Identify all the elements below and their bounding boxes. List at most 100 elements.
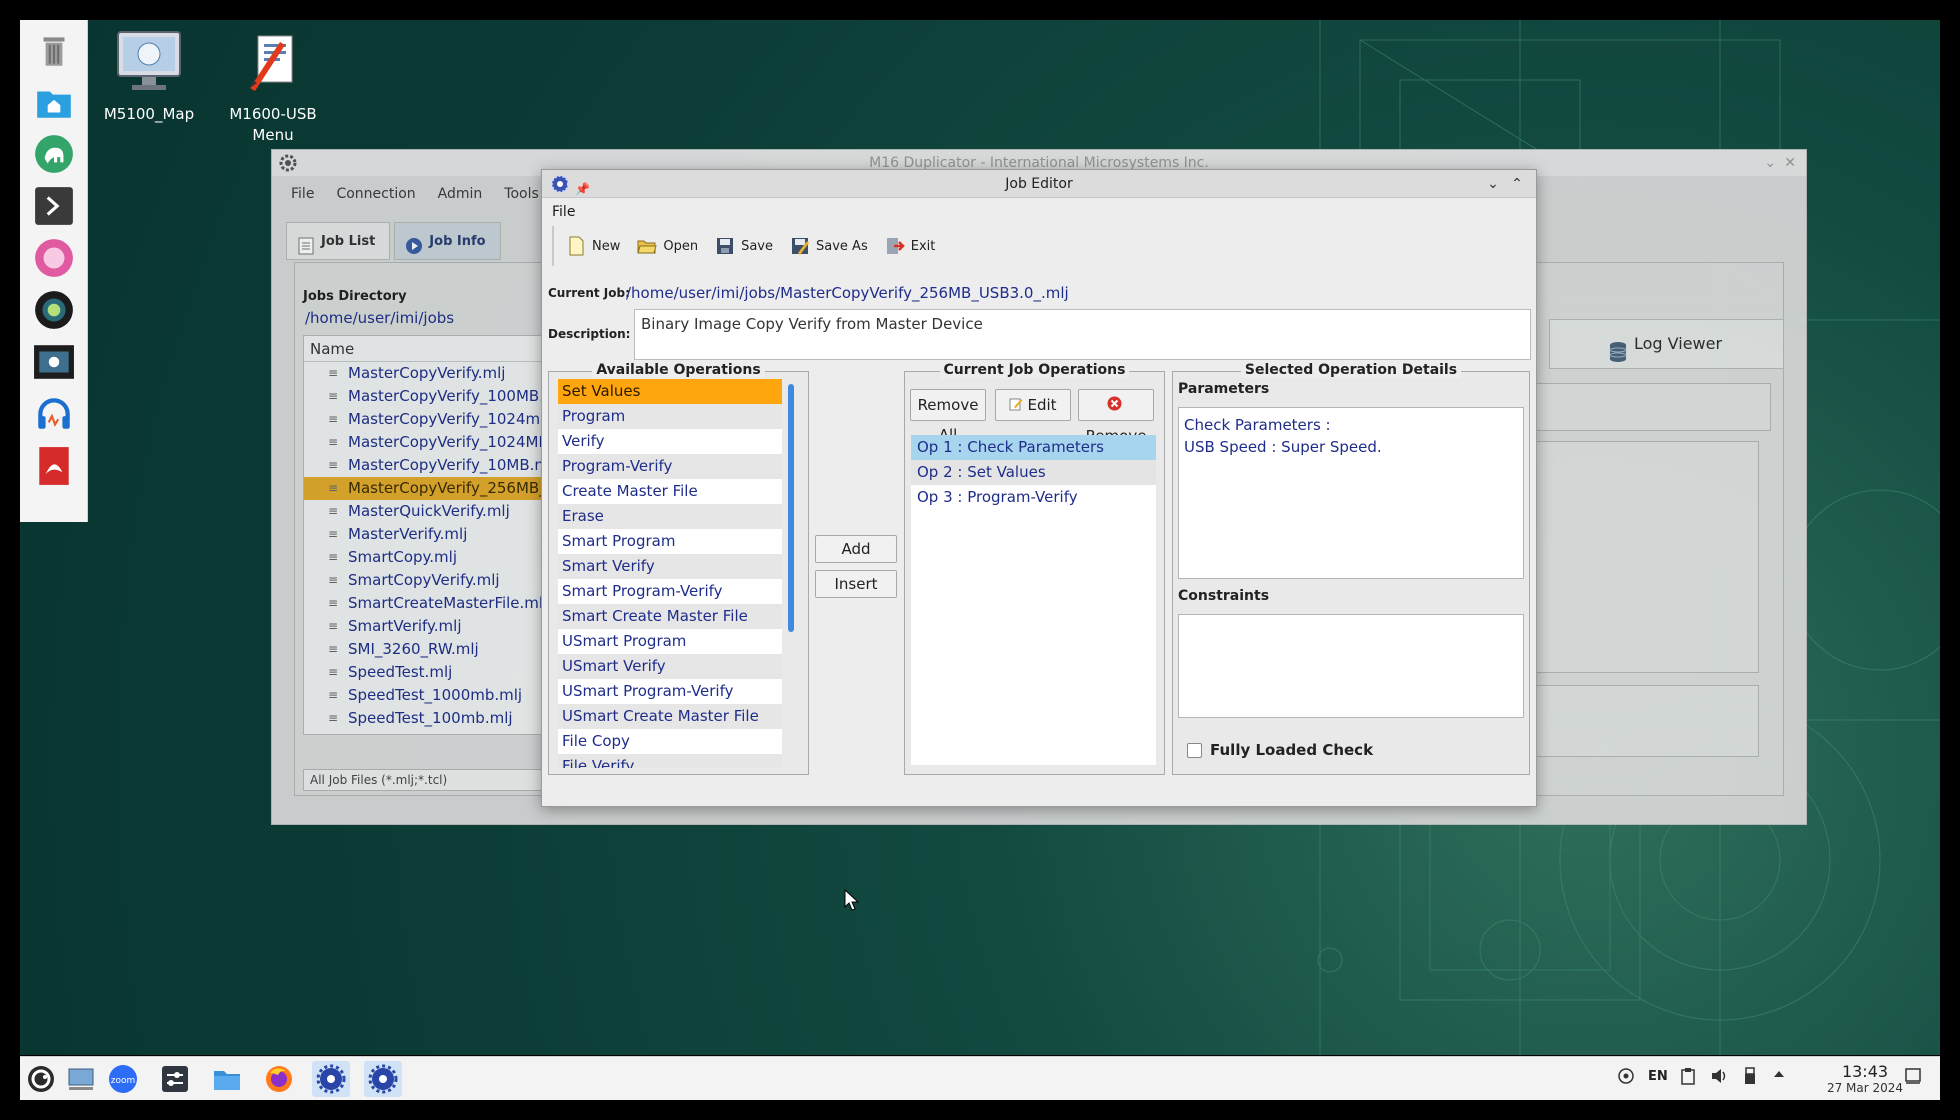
save-as-button[interactable]: Save As bbox=[790, 236, 868, 256]
keyboard-language[interactable]: EN bbox=[1648, 1069, 1668, 1084]
network-tray-icon[interactable] bbox=[1617, 1067, 1635, 1089]
insert-button[interactable]: Insert bbox=[815, 570, 897, 598]
available-operation-item[interactable]: Program-Verify bbox=[558, 454, 782, 479]
available-operation-item[interactable]: Create Master File bbox=[558, 479, 782, 504]
remove-all-button[interactable]: Remove All bbox=[910, 389, 986, 444]
terminal-icon[interactable] bbox=[32, 184, 76, 228]
screenshot-app-icon[interactable] bbox=[32, 340, 76, 384]
clock-date: 27 Mar 2024 bbox=[1826, 1081, 1904, 1095]
tab-label: Job List bbox=[321, 234, 376, 249]
available-operation-item[interactable]: File Copy bbox=[558, 729, 782, 754]
device-box bbox=[1535, 441, 1759, 673]
maximize-icon[interactable]: ⌃ bbox=[1506, 170, 1528, 198]
headphones-app-icon[interactable] bbox=[32, 392, 76, 436]
desktop-icon-m5100-map[interactable]: M5100_Map bbox=[89, 30, 209, 125]
minimize-icon[interactable]: ⌄ bbox=[1764, 150, 1776, 176]
zoom-app-icon[interactable]: zoom bbox=[104, 1061, 142, 1097]
tab-job-list[interactable]: Job List bbox=[286, 222, 391, 260]
new-button[interactable]: New bbox=[566, 236, 620, 256]
editor-title: Job Editor bbox=[1005, 176, 1073, 192]
save-as-label: Save As bbox=[816, 238, 868, 254]
job-operation-item[interactable]: Op 2 : Set Values bbox=[911, 460, 1156, 485]
start-menu-icon[interactable] bbox=[22, 1061, 60, 1097]
main-tabs: Job List Job Info bbox=[286, 222, 501, 260]
desktop-icon-m1600-usb-menu[interactable]: M1600-USB Menu bbox=[213, 30, 333, 146]
close-icon[interactable]: ✕ bbox=[1784, 150, 1796, 176]
job-operation-item[interactable]: Op 3 : Program-Verify bbox=[911, 485, 1156, 510]
exit-icon bbox=[886, 238, 905, 254]
camera-app-icon[interactable] bbox=[32, 288, 76, 332]
pdf-app-icon[interactable] bbox=[32, 444, 76, 488]
duplicator-app-task-icon[interactable] bbox=[312, 1061, 350, 1097]
current-job-operations-list[interactable]: Op 1 : Check Parameters Op 2 : Set Values… bbox=[911, 435, 1156, 765]
usb-tray-icon[interactable] bbox=[1744, 1067, 1756, 1089]
available-operation-item[interactable]: Program bbox=[558, 404, 782, 429]
current-job-label: Current Job: bbox=[548, 286, 630, 300]
tab-job-info[interactable]: Job Info bbox=[394, 222, 501, 260]
fully-loaded-checkbox[interactable] bbox=[1187, 742, 1202, 758]
add-button[interactable]: Add bbox=[815, 535, 897, 563]
fully-loaded-label: Fully Loaded Check bbox=[1210, 741, 1374, 759]
available-operation-item[interactable]: File Verify bbox=[558, 754, 782, 768]
file-filter-select[interactable]: All Job Files (*.mlj;*.tcl) bbox=[303, 769, 563, 791]
volume-tray-icon[interactable] bbox=[1710, 1067, 1728, 1089]
constraints-box bbox=[1178, 614, 1524, 718]
show-desktop-icon[interactable] bbox=[62, 1061, 100, 1097]
job-editor-dialog[interactable]: 📌 Job Editor ⌄ ⌃ File New Open Save Save… bbox=[541, 169, 1537, 807]
show-desktop-tray-icon[interactable] bbox=[1904, 1067, 1922, 1089]
progress-box bbox=[1535, 685, 1759, 757]
available-operation-item[interactable]: Verify bbox=[558, 429, 782, 454]
description-field[interactable]: Binary Image Copy Verify from Master Dev… bbox=[634, 309, 1531, 360]
available-operation-item[interactable]: Set Values bbox=[558, 379, 782, 404]
taskbar-clock[interactable]: 13:43 27 Mar 2024 bbox=[1820, 1062, 1910, 1095]
save-label: Save bbox=[741, 238, 774, 254]
floppy-disk-icon bbox=[717, 238, 734, 254]
menu-file[interactable]: File bbox=[280, 186, 325, 202]
available-operation-item[interactable]: USmart Create Master File bbox=[558, 704, 782, 729]
menu-file[interactable]: File bbox=[552, 204, 575, 220]
exit-button[interactable]: Exit bbox=[885, 236, 936, 256]
job-operation-item[interactable]: Op 1 : Check Parameters bbox=[911, 435, 1156, 460]
save-button[interactable]: Save bbox=[715, 236, 773, 256]
gear-icon bbox=[278, 153, 298, 182]
available-operation-item[interactable]: Smart Verify bbox=[558, 554, 782, 579]
tray-expand-icon[interactable] bbox=[1772, 1067, 1786, 1085]
fully-loaded-check[interactable]: Fully Loaded Check bbox=[1187, 741, 1373, 759]
menu-connection[interactable]: Connection bbox=[325, 186, 426, 202]
parameter-line: Check Parameters : bbox=[1184, 416, 1331, 434]
trash-icon[interactable] bbox=[32, 28, 76, 72]
edit-label: Edit bbox=[1027, 396, 1057, 414]
clipboard-tray-icon[interactable] bbox=[1680, 1067, 1696, 1089]
pin-icon[interactable]: 📌 bbox=[575, 175, 590, 203]
new-label: New bbox=[592, 238, 621, 254]
available-operations-list[interactable]: Set Values Program Verify Program-Verify Cre… bbox=[558, 379, 782, 768]
editor-titlebar[interactable]: 📌 Job Editor ⌄ ⌃ bbox=[542, 170, 1536, 198]
open-label: Open bbox=[663, 238, 699, 254]
job-editor-task-icon[interactable] bbox=[364, 1061, 402, 1097]
open-button[interactable]: Open bbox=[637, 236, 698, 256]
log-viewer-button[interactable]: Log Viewer bbox=[1549, 319, 1784, 369]
exit-label: Exit bbox=[910, 238, 936, 254]
left-dock bbox=[20, 20, 88, 522]
document-edit-icon bbox=[238, 30, 308, 96]
available-operation-item[interactable]: Smart Program bbox=[558, 529, 782, 554]
available-operation-item[interactable]: Smart Create Master File bbox=[558, 604, 782, 629]
paint-app-icon[interactable] bbox=[32, 236, 76, 280]
menu-admin[interactable]: Admin bbox=[427, 186, 494, 202]
available-operation-item[interactable]: USmart Program-Verify bbox=[558, 679, 782, 704]
available-operation-item[interactable]: USmart Verify bbox=[558, 654, 782, 679]
operations-scrollbar[interactable] bbox=[788, 384, 794, 632]
elephant-app-icon[interactable] bbox=[32, 132, 76, 176]
settings-app-icon[interactable] bbox=[156, 1061, 194, 1097]
firefox-icon[interactable] bbox=[260, 1061, 298, 1097]
remove-button[interactable]: Remove bbox=[1078, 389, 1154, 445]
available-operation-item[interactable]: Erase bbox=[558, 504, 782, 529]
available-operation-item[interactable]: USmart Program bbox=[558, 629, 782, 654]
edit-button[interactable]: Edit bbox=[995, 389, 1071, 421]
file-manager-icon[interactable] bbox=[208, 1061, 246, 1097]
list-icon bbox=[297, 233, 315, 255]
parameters-box: Check Parameters : USB Speed : Super Spe… bbox=[1178, 407, 1524, 579]
home-folder-icon[interactable] bbox=[32, 80, 76, 124]
minimize-icon[interactable]: ⌄ bbox=[1482, 170, 1504, 198]
available-operation-item[interactable]: Smart Program-Verify bbox=[558, 579, 782, 604]
